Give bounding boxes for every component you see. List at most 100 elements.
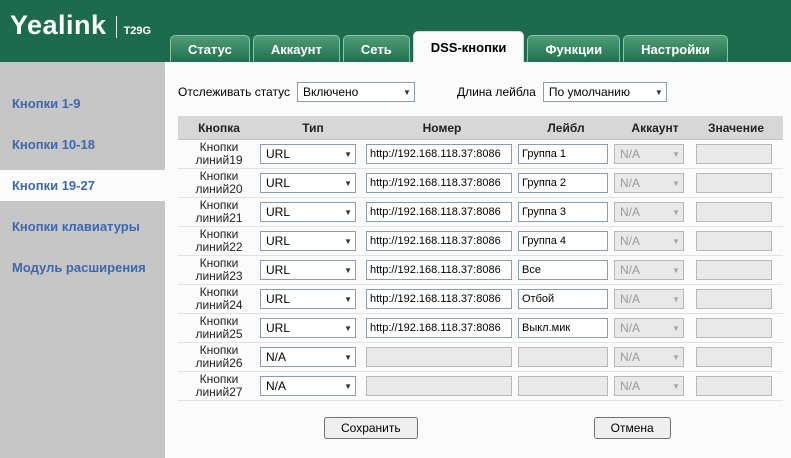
- dsskey-name: Кнопки линий25: [178, 315, 260, 341]
- label-length-value: По умолчанию: [549, 85, 630, 99]
- dsskey-type-value: URL: [266, 292, 290, 306]
- dsskey-label-input: [518, 376, 608, 396]
- dsskey-label-input[interactable]: [518, 202, 608, 222]
- dsskey-account-value: N/A: [620, 292, 640, 306]
- dsskey-type-value: URL: [266, 321, 290, 335]
- dsskey-label-input[interactable]: [518, 289, 608, 309]
- dsskey-type-select[interactable]: URL ▼: [260, 144, 356, 164]
- sidebar-item-keypad-keys[interactable]: Кнопки клавиатуры: [0, 211, 165, 242]
- app-header: Yealink T29G Статус Аккаунт Сеть DSS-кно…: [0, 0, 791, 62]
- chevron-down-icon: ▼: [344, 150, 352, 159]
- dss-keys-table: Кнопки линий19 URL ▼ N/A ▼ Кнопки линий2…: [178, 140, 783, 401]
- dsskey-label-input[interactable]: [518, 231, 608, 251]
- cancel-button[interactable]: Отмена: [594, 417, 671, 439]
- dsskey-type-value: URL: [266, 147, 290, 161]
- label-length-label: Длина лейбла: [457, 85, 536, 99]
- dsskey-label-input[interactable]: [518, 318, 608, 338]
- tab-status[interactable]: Статус: [170, 35, 250, 62]
- chevron-down-icon: ▼: [672, 179, 680, 188]
- logo-separator: [116, 16, 117, 38]
- table-row: Кнопки линий22 URL ▼ N/A ▼: [178, 227, 783, 256]
- dsskey-label-input[interactable]: [518, 173, 608, 193]
- dsskey-type-select[interactable]: URL ▼: [260, 173, 356, 193]
- dsskey-account-select: N/A ▼: [614, 289, 684, 309]
- chevron-down-icon: ▼: [655, 88, 663, 97]
- chevron-down-icon: ▼: [344, 324, 352, 333]
- column-header-type: Тип: [260, 121, 366, 135]
- dsskey-number-input[interactable]: [366, 231, 512, 251]
- sidebar-item-keys-10-18[interactable]: Кнопки 10-18: [0, 129, 165, 160]
- dsskey-account-select: N/A ▼: [614, 231, 684, 251]
- dsskey-number-input: [366, 347, 512, 367]
- table-row: Кнопки линий21 URL ▼ N/A ▼: [178, 198, 783, 227]
- tab-settings[interactable]: Настройки: [623, 35, 728, 62]
- dsskey-type-value: URL: [266, 234, 290, 248]
- label-length-select[interactable]: По умолчанию ▼: [543, 82, 667, 102]
- chevron-down-icon: ▼: [344, 179, 352, 188]
- top-controls: Отслеживать статус Включено ▼ Длина лейб…: [178, 82, 783, 102]
- dsskey-account-value: N/A: [620, 350, 640, 364]
- dsskey-name: Кнопки линий22: [178, 228, 260, 254]
- dsskey-account-select: N/A ▼: [614, 347, 684, 367]
- dsskey-number-input[interactable]: [366, 318, 512, 338]
- dsskey-account-value: N/A: [620, 176, 640, 190]
- column-header-number: Номер: [366, 121, 518, 135]
- sidebar-item-expansion-module[interactable]: Модуль расширения: [0, 252, 165, 283]
- dsskey-type-select[interactable]: URL ▼: [260, 289, 356, 309]
- tab-dss-keys[interactable]: DSS-кнопки: [413, 31, 525, 62]
- dsskey-number-input[interactable]: [366, 260, 512, 280]
- tab-account[interactable]: Аккаунт: [253, 35, 340, 62]
- dsskey-value-input: [696, 173, 772, 193]
- table-header-row: Кнопка Тип Номер Лейбл Аккаунт Значение: [178, 116, 783, 140]
- chevron-down-icon: ▼: [672, 150, 680, 159]
- dsskey-type-select[interactable]: URL ▼: [260, 231, 356, 251]
- sidebar-item-keys-1-9[interactable]: Кнопки 1-9: [0, 88, 165, 119]
- footer-actions: Сохранить Отмена: [178, 417, 783, 439]
- dsskey-number-input[interactable]: [366, 173, 512, 193]
- dsskey-account-select: N/A ▼: [614, 260, 684, 280]
- chevron-down-icon: ▼: [672, 266, 680, 275]
- column-header-key: Кнопка: [178, 121, 260, 135]
- dsskey-name: Кнопки линий23: [178, 257, 260, 283]
- dsskey-account-value: N/A: [620, 205, 640, 219]
- chevron-down-icon: ▼: [672, 324, 680, 333]
- table-row: Кнопки линий23 URL ▼ N/A ▼: [178, 256, 783, 285]
- dsskey-type-select[interactable]: N/A ▼: [260, 376, 356, 396]
- dsskey-number-input: [366, 376, 512, 396]
- main-content: Отслеживать статус Включено ▼ Длина лейб…: [165, 62, 791, 458]
- dsskey-type-select[interactable]: URL ▼: [260, 318, 356, 338]
- dsskey-value-input: [696, 318, 772, 338]
- dsskey-label-input: [518, 347, 608, 367]
- dsskey-type-value: N/A: [266, 350, 286, 364]
- table-row: Кнопки линий25 URL ▼ N/A ▼: [178, 314, 783, 343]
- chevron-down-icon: ▼: [344, 353, 352, 362]
- chevron-down-icon: ▼: [344, 208, 352, 217]
- dsskey-number-input[interactable]: [366, 144, 512, 164]
- chevron-down-icon: ▼: [672, 353, 680, 362]
- dsskey-number-input[interactable]: [366, 202, 512, 222]
- dsskey-name: Кнопки линий24: [178, 286, 260, 312]
- dsskey-label-input[interactable]: [518, 260, 608, 280]
- page: Yealink T29G Статус Аккаунт Сеть DSS-кно…: [0, 0, 791, 458]
- dsskey-account-select: N/A ▼: [614, 144, 684, 164]
- tab-features[interactable]: Функции: [527, 35, 620, 62]
- table-row: Кнопки линий27 N/A ▼ N/A ▼: [178, 372, 783, 401]
- dsskey-label-input[interactable]: [518, 144, 608, 164]
- dsskey-type-select[interactable]: URL ▼: [260, 260, 356, 280]
- dsskey-type-value: N/A: [266, 379, 286, 393]
- body: Кнопки 1-9 Кнопки 10-18 Кнопки 19-27 Кно…: [0, 62, 791, 458]
- dsskey-account-value: N/A: [620, 321, 640, 335]
- dsskey-type-select[interactable]: N/A ▼: [260, 347, 356, 367]
- sidebar-item-keys-19-27[interactable]: Кнопки 19-27: [0, 170, 165, 201]
- dsskey-value-input: [696, 202, 772, 222]
- tab-network[interactable]: Сеть: [343, 35, 410, 62]
- table-row: Кнопки линий20 URL ▼ N/A ▼: [178, 169, 783, 198]
- dsskey-number-input[interactable]: [366, 289, 512, 309]
- save-button[interactable]: Сохранить: [324, 417, 418, 439]
- dsskey-name: Кнопки линий27: [178, 373, 260, 399]
- column-header-label: Лейбл: [518, 121, 614, 135]
- table-row: Кнопки линий24 URL ▼ N/A ▼: [178, 285, 783, 314]
- dsskey-type-select[interactable]: URL ▼: [260, 202, 356, 222]
- dsskey-value-input: [696, 289, 772, 309]
- track-status-select[interactable]: Включено ▼: [297, 82, 415, 102]
